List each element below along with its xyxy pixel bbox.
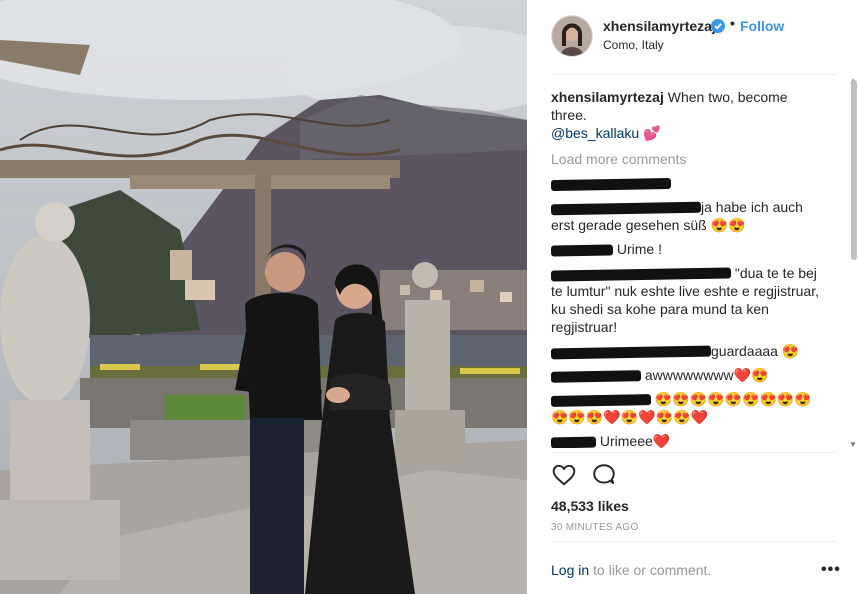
heart-icon[interactable] (551, 462, 577, 488)
comment-text: Urime ! (616, 241, 663, 257)
redacted-username (551, 267, 732, 282)
redacted-username (551, 436, 597, 448)
divider (551, 541, 837, 542)
caption-mention[interactable]: @bes_kallaku (551, 125, 639, 141)
photo-scene (0, 0, 527, 594)
login-prompt-text: to like or comment. (589, 562, 712, 578)
divider (551, 452, 837, 453)
location-link[interactable]: Como, Italy (603, 38, 664, 52)
login-prompt: Log in to like or comment. (551, 562, 711, 578)
follow-button[interactable]: Follow (740, 18, 784, 34)
scroll-down-icon[interactable]: ▼ (849, 440, 857, 449)
redacted-username (551, 370, 642, 383)
redacted-username (551, 201, 702, 216)
comment-text: guardaaaa 😍 (711, 343, 800, 359)
post-header: xhensilamyrtezaj • Follow Como, Italy (527, 0, 858, 74)
scrollbar-thumb[interactable] (851, 80, 857, 260)
avatar[interactable] (551, 15, 593, 57)
comment-text: Urimeee❤️ (599, 433, 671, 448)
verified-badge-icon (711, 19, 725, 33)
load-more-comments-button[interactable]: Load more comments (551, 150, 826, 168)
post-side-panel: xhensilamyrtezaj • Follow Como, Italy xh… (527, 0, 858, 594)
comment-item: Urime ! (551, 240, 826, 258)
comment-text: awwwwwwww❤️😍 (644, 367, 769, 383)
caption: xhensilamyrtezaj When two, become three.… (551, 88, 826, 142)
redacted-username (551, 345, 712, 360)
comment-item: Urimeee❤️ (551, 432, 826, 448)
comment-item: "dua te te bej te lumtur" nuk eshte live… (551, 264, 826, 336)
post-timestamp[interactable]: 30 MINUTES AGO (551, 522, 639, 533)
login-link[interactable]: Log in (551, 562, 589, 578)
username-link[interactable]: xhensilamyrtezaj (603, 18, 716, 34)
divider (551, 74, 837, 75)
redacted-username (551, 244, 614, 257)
more-options-icon[interactable]: ••• (821, 561, 841, 579)
comment-item: guardaaaa 😍 (551, 342, 826, 360)
comment-item: ja habe ich auch erst gerade gesehen süß… (551, 198, 826, 234)
comments-list[interactable]: xhensilamyrtezaj When two, become three.… (551, 88, 826, 448)
caption-username[interactable]: xhensilamyrtezaj (551, 89, 664, 105)
avatar-image (552, 16, 592, 56)
comment-item (551, 174, 826, 192)
caption-emoji: 💕 (639, 125, 661, 141)
comment-item: awwwwwwww❤️😍 (551, 366, 826, 384)
separator-dot: • (730, 15, 735, 31)
post-photo[interactable] (0, 0, 527, 594)
redacted-username (551, 393, 652, 407)
likes-count[interactable]: 48,533 likes (551, 498, 629, 514)
redacted-username (551, 177, 672, 191)
comment-icon[interactable] (591, 462, 617, 488)
comment-item: 😍😍😍😍😍😍😍😍😍😍😍😍❤️😍❤️😍😍❤️ (551, 390, 826, 426)
